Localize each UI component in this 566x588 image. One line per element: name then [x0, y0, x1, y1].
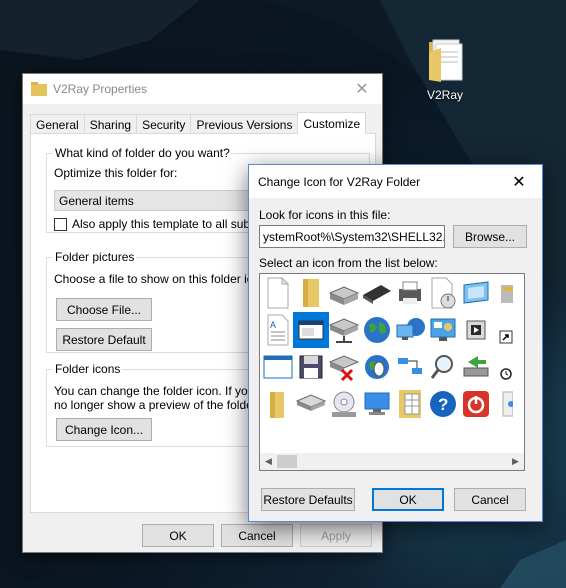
change-icon-titlebar[interactable]: Change Icon for V2Ray Folder ✕ [249, 165, 542, 198]
disk-drive-icon[interactable] [326, 275, 362, 311]
clock-small-icon[interactable] [491, 349, 521, 385]
cd-drive-icon[interactable] [326, 386, 362, 422]
choose-file-button[interactable]: Choose File... [56, 298, 152, 321]
icon-list[interactable]: A ? ◀ ▶ [259, 273, 525, 471]
globe-mouse-icon[interactable] [359, 349, 395, 385]
disconnected-drive-icon[interactable] [326, 349, 362, 385]
close-icon[interactable]: ✕ [496, 165, 542, 198]
desktop-icon-label: V2Ray [426, 88, 464, 102]
restore-defaults-button[interactable]: Restore Defaults [261, 488, 355, 511]
application-window-icon[interactable] [293, 312, 329, 348]
svg-text:?: ? [438, 395, 448, 414]
optimize-label: Optimize this folder for: [54, 166, 178, 180]
partial-icon-2[interactable] [491, 386, 521, 422]
select-icon-label: Select an icon from the list below: [259, 256, 438, 270]
folder-icon[interactable] [293, 275, 329, 311]
look-for-label: Look for icons in this file: [259, 208, 391, 222]
apply-button[interactable]: Apply [300, 524, 372, 547]
text-document-icon[interactable]: A [260, 312, 296, 348]
icon-file-path-value: ystemRoot%\System32\SHELL32.dll [263, 229, 445, 244]
folder-icon [31, 82, 47, 96]
memory-chip-icon[interactable] [359, 275, 395, 311]
cancel-button[interactable]: Cancel [454, 488, 526, 511]
tab-previous-versions[interactable]: Previous Versions [190, 114, 299, 134]
group-label: Folder pictures [53, 250, 137, 264]
ok-button[interactable]: OK [372, 488, 444, 511]
folder-pictures-description: Choose a file to show on this folder ico… [54, 272, 270, 286]
browse-button[interactable]: Browse... [453, 225, 527, 248]
display-settings-icon[interactable] [458, 275, 494, 311]
power-icon[interactable] [458, 386, 494, 422]
network-drive-icon[interactable] [326, 312, 362, 348]
removable-drive-icon[interactable] [293, 386, 329, 422]
properties-title: V2Ray Properties [53, 82, 148, 96]
scroll-right-icon[interactable]: ▶ [507, 453, 524, 470]
tab-sharing[interactable]: Sharing [83, 114, 138, 134]
optimize-value: General items [59, 193, 134, 208]
control-panel-icon[interactable] [425, 312, 461, 348]
open-folder-icon[interactable] [260, 386, 296, 422]
scroll-left-icon[interactable]: ◀ [260, 453, 277, 470]
scroll-thumb[interactable] [277, 455, 297, 468]
tab-general[interactable]: General [30, 114, 85, 134]
icon-file-path-input[interactable]: ystemRoot%\System32\SHELL32.dll [259, 225, 445, 248]
media-icon[interactable] [458, 312, 494, 348]
properties-titlebar[interactable]: V2Ray Properties ✕ [23, 74, 382, 104]
group-label: Folder icons [53, 362, 123, 376]
drive-arrow-icon[interactable] [458, 349, 494, 385]
network-computer-icon[interactable] [392, 312, 428, 348]
desktop-folder-v2ray[interactable]: V2Ray [418, 38, 472, 104]
svg-text:A: A [270, 320, 276, 330]
tab-security[interactable]: Security [136, 114, 192, 134]
search-icon[interactable] [425, 349, 461, 385]
folder-grid-icon[interactable] [392, 386, 428, 422]
network-connection-icon[interactable] [392, 349, 428, 385]
change-icon-button[interactable]: Change Icon... [56, 418, 152, 441]
tab-customize[interactable]: Customize [297, 112, 367, 134]
change-icon-title: Change Icon for V2Ray Folder [258, 174, 421, 189]
window-icon[interactable] [260, 349, 296, 385]
blank-document-icon[interactable] [260, 275, 296, 311]
shortcut-arrow-icon[interactable] [491, 312, 521, 348]
restore-default-button[interactable]: Restore Default [56, 328, 152, 351]
change-icon-dialog: Change Icon for V2Ray Folder ✕ Look for … [248, 164, 543, 522]
ok-button[interactable]: OK [142, 524, 214, 547]
icon-list-scrollbar[interactable]: ◀ ▶ [260, 453, 524, 470]
floppy-disk-icon[interactable] [293, 349, 329, 385]
monitor-icon[interactable] [359, 386, 395, 422]
tab-strip: General Sharing Security Previous Versio… [30, 112, 367, 134]
partial-icon[interactable] [491, 275, 521, 311]
globe-icon[interactable] [359, 312, 395, 348]
scroll-track[interactable] [277, 453, 507, 470]
scheduled-task-icon[interactable] [425, 275, 461, 311]
printer-icon[interactable] [392, 275, 428, 311]
cancel-button[interactable]: Cancel [221, 524, 293, 547]
group-label: What kind of folder do you want? [53, 146, 232, 160]
apply-template-checkbox[interactable] [54, 218, 67, 231]
close-icon[interactable]: ✕ [342, 74, 382, 104]
folder-icon [429, 39, 463, 82]
help-icon[interactable]: ? [425, 386, 461, 422]
